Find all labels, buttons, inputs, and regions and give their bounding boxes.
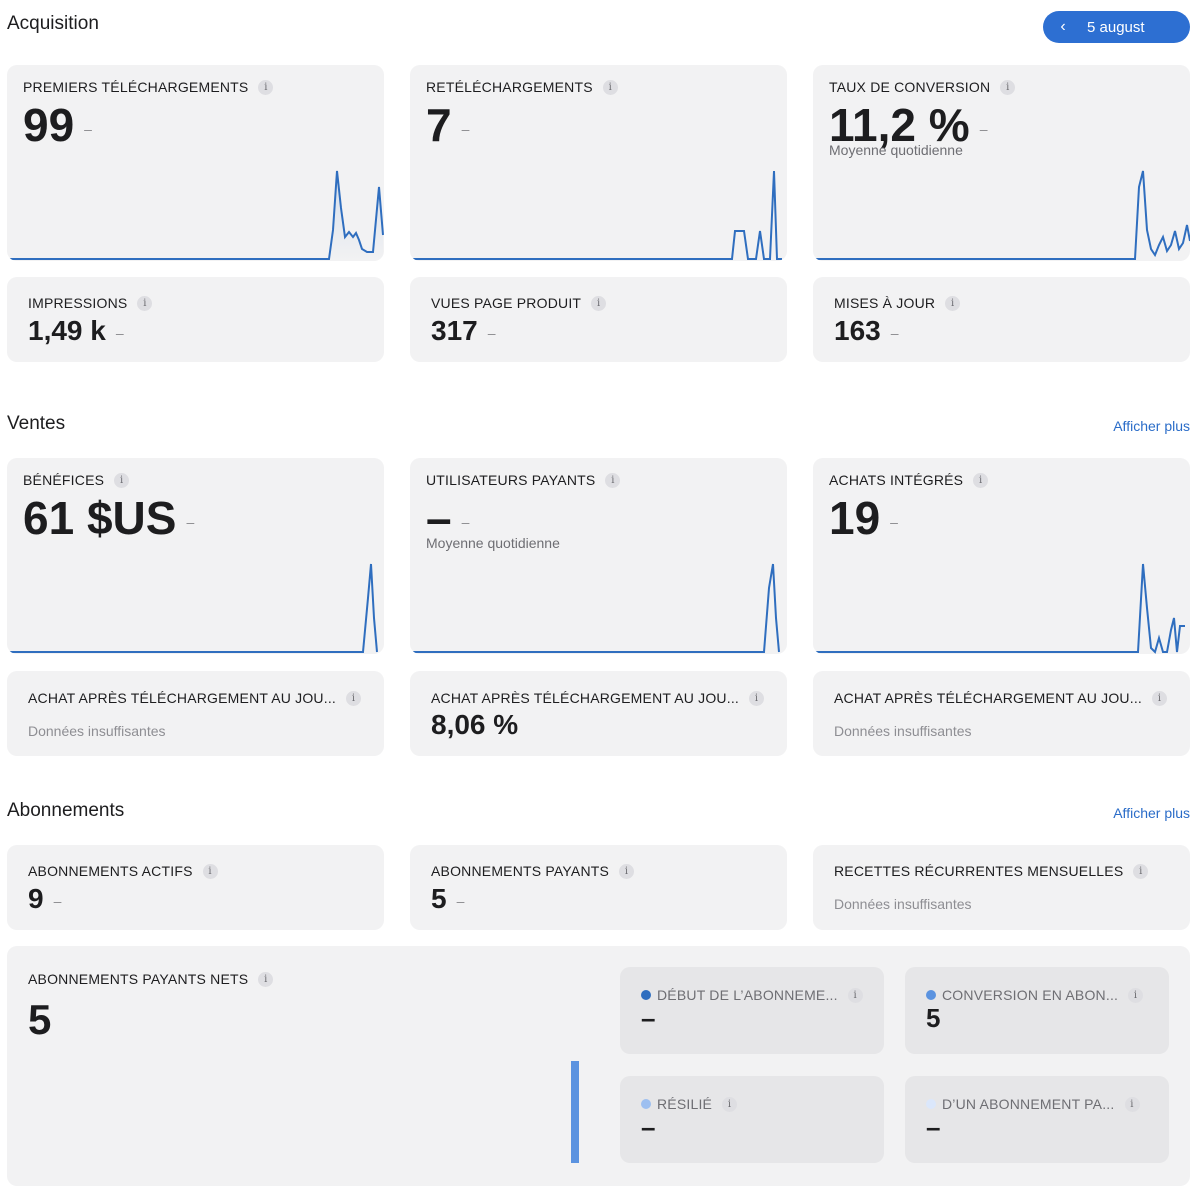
card-label: ACHAT APRÈS TÉLÉCHARGEMENT AU JOU... i — [834, 690, 1168, 706]
subcard-dun-abonnement-payant[interactable]: D’UN ABONNEMENT PA... i – — [905, 1076, 1169, 1163]
metric-value: – — [641, 1112, 656, 1142]
info-icon[interactable]: i — [619, 863, 635, 879]
metric-value: 5 — [28, 996, 52, 1043]
card-abonnements-payants-nets[interactable]: ABONNEMENTS PAYANTS NETS i 5 DÉBUT DE L’A… — [7, 946, 1190, 1186]
info-icon[interactable]: i — [945, 295, 961, 311]
sparkline-chart — [813, 170, 1190, 260]
sparkline-chart — [7, 563, 378, 653]
subcard-conversion-abonnement[interactable]: CONVERSION EN ABON... i 5 — [905, 967, 1169, 1054]
metric-value: 1,49 k – — [28, 315, 124, 346]
metric-value: 8,06 % — [431, 709, 519, 740]
card-label: DÉBUT DE L’ABONNEME... i — [641, 987, 863, 1003]
info-icon[interactable]: i — [749, 690, 765, 706]
info-icon[interactable]: i — [1124, 1096, 1140, 1112]
card-label: VUES PAGE PRODUIT i — [431, 295, 607, 311]
info-icon[interactable]: i — [591, 295, 607, 311]
insufficient-data-note: Données insuffisantes — [834, 896, 972, 912]
card-premiers-telechargements[interactable]: PREMIERS TÉLÉCHARGEMENTS i 99– — [7, 65, 384, 261]
metric-value: 5– — [431, 883, 465, 914]
subcard-debut-abonnement[interactable]: DÉBUT DE L’ABONNEME... i – — [620, 967, 884, 1054]
card-label: MISES À JOUR i — [834, 295, 961, 311]
info-icon[interactable]: i — [346, 690, 362, 706]
metric-value: – — [641, 1003, 656, 1033]
card-achats-integres[interactable]: ACHATS INTÉGRÉS i 19– — [813, 458, 1190, 654]
metric-value: 5 — [926, 1003, 941, 1033]
abonnements-title: Abonnements — [7, 800, 125, 821]
insufficient-data-note: Données insuffisantes — [28, 723, 166, 739]
card-label: CONVERSION EN ABON... i — [926, 987, 1144, 1003]
card-label: ACHAT APRÈS TÉLÉCHARGEMENT AU JOU... i — [431, 690, 765, 706]
acquisition-title: Acquisition — [7, 13, 99, 34]
card-label: ABONNEMENTS ACTIFS i — [28, 863, 218, 879]
subcard-resilie[interactable]: RÉSILIÉ i – — [620, 1076, 884, 1163]
card-label: RECETTES RÉCURRENTES MENSUELLES i — [834, 863, 1149, 879]
metric-value: 9– — [28, 883, 62, 914]
info-icon[interactable]: i — [1133, 863, 1149, 879]
net-subscriptions-bar — [571, 1061, 579, 1163]
abonnements-show-more-link[interactable]: Afficher plus — [1113, 805, 1190, 821]
ventes-title: Ventes — [7, 413, 66, 434]
card-achat-apres-telechargement-1[interactable]: ACHAT APRÈS TÉLÉCHARGEMENT AU JOU... i Do… — [7, 671, 384, 756]
insufficient-data-note: Données insuffisantes — [834, 723, 972, 739]
metric-value: 317– — [431, 315, 496, 346]
card-achat-apres-telechargement-3[interactable]: ACHAT APRÈS TÉLÉCHARGEMENT AU JOU... i Do… — [813, 671, 1190, 756]
card-retelechargements[interactable]: RETÉLÉCHARGEMENTS i 7– — [410, 65, 787, 261]
date-label: 5 august — [1087, 18, 1145, 36]
legend-dot — [641, 1099, 651, 1109]
card-vues-page-produit[interactable]: VUES PAGE PRODUIT i 317– — [410, 277, 787, 362]
metric-value: 163– — [834, 315, 899, 346]
chevron-left-icon[interactable]: ‹ — [1043, 18, 1083, 36]
card-label: ABONNEMENTS PAYANTS i — [431, 863, 635, 879]
card-utilisateurs-payants[interactable]: UTILISATEURS PAYANTS i – – Moyenne quotidi… — [410, 458, 787, 654]
sparkline-chart — [410, 170, 782, 260]
card-taux-conversion[interactable]: TAUX DE CONVERSION i 11,2 % – Moyenne quot… — [813, 65, 1190, 261]
info-icon[interactable]: i — [847, 987, 863, 1003]
legend-dot — [641, 990, 651, 1000]
card-label: D’UN ABONNEMENT PA... i — [926, 1096, 1140, 1112]
metric-value: – — [926, 1112, 941, 1142]
sparkline-chart — [410, 563, 780, 653]
card-label: RÉSILIÉ i — [641, 1096, 738, 1112]
legend-dot — [926, 1099, 936, 1109]
info-icon[interactable]: i — [137, 295, 153, 311]
card-achat-apres-telechargement-2[interactable]: ACHAT APRÈS TÉLÉCHARGEMENT AU JOU... i 8,… — [410, 671, 787, 756]
card-recettes-recurrentes[interactable]: RECETTES RÉCURRENTES MENSUELLES i Données… — [813, 845, 1190, 930]
card-abonnements-payants[interactable]: ABONNEMENTS PAYANTS i 5– — [410, 845, 787, 930]
card-label: ABONNEMENTS PAYANTS NETS i — [28, 971, 274, 987]
info-icon[interactable]: i — [1152, 690, 1168, 706]
legend-dot — [926, 990, 936, 1000]
card-abonnements-actifs[interactable]: ABONNEMENTS ACTIFS i 9– — [7, 845, 384, 930]
info-icon[interactable]: i — [202, 863, 218, 879]
info-icon[interactable]: i — [722, 1096, 738, 1112]
info-icon[interactable]: i — [258, 971, 274, 987]
sparkline-chart — [7, 170, 384, 261]
card-label: ACHAT APRÈS TÉLÉCHARGEMENT AU JOU... i — [28, 690, 362, 706]
sparkline-chart — [813, 563, 1185, 654]
ventes-show-more-link[interactable]: Afficher plus — [1113, 418, 1190, 434]
card-benefices[interactable]: BÉNÉFICES i 61 $US – — [7, 458, 384, 654]
card-impressions[interactable]: IMPRESSIONS i 1,49 k – — [7, 277, 384, 362]
date-selector-button[interactable]: ‹ 5 august — [1043, 11, 1190, 43]
card-mises-a-jour[interactable]: MISES À JOUR i 163– — [813, 277, 1190, 362]
card-label: IMPRESSIONS i — [28, 295, 153, 311]
info-icon[interactable]: i — [1128, 987, 1144, 1003]
